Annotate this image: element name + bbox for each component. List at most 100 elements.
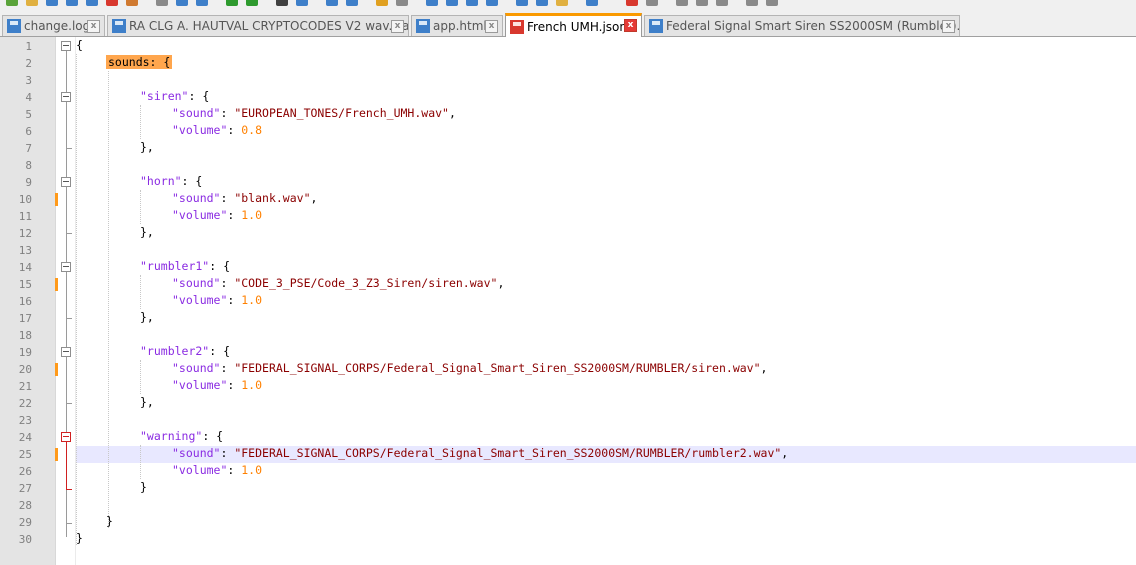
- line-number: 3: [25, 74, 32, 87]
- file-icon: [112, 19, 126, 33]
- json-key: "volume": [172, 293, 228, 307]
- indent-guide-icon[interactable]: [466, 0, 478, 6]
- tab-federal-signal-json[interactable]: Federal Signal Smart Siren SS2000SM (Rum…: [644, 15, 960, 36]
- fold-collapse-icon[interactable]: [61, 262, 71, 272]
- code-line-4: "siren": {: [140, 89, 210, 103]
- json-key: "siren": [140, 89, 189, 103]
- folder-workspace-icon[interactable]: [556, 0, 568, 6]
- line-number: 9: [25, 176, 32, 189]
- code-line-14: "rumbler1": {: [140, 259, 231, 273]
- line-number: 4: [25, 91, 32, 104]
- code-line-10: "sound": "blank.wav",: [172, 191, 318, 205]
- line-number: 23: [18, 414, 32, 427]
- indent-guide: [140, 275, 141, 309]
- fold-collapse-icon[interactable]: [61, 41, 71, 51]
- line-number: 13: [18, 244, 32, 257]
- zoom-out-icon[interactable]: [346, 0, 358, 6]
- indent-guide: [140, 105, 141, 139]
- line-number: 2: [25, 57, 32, 70]
- stop-macro-icon[interactable]: [646, 0, 658, 6]
- close-icon[interactable]: x: [942, 20, 955, 33]
- brace: {: [76, 38, 83, 52]
- code-line-27: }: [140, 480, 147, 494]
- run-macro-multiple-icon[interactable]: [696, 0, 708, 6]
- save-all-icon[interactable]: [66, 0, 78, 6]
- show-all-chars-icon[interactable]: [446, 0, 458, 6]
- line-number: 14: [18, 261, 32, 274]
- spell-check-icon[interactable]: [746, 0, 758, 6]
- tab-change-log[interactable]: change.log x: [2, 15, 105, 36]
- fold-collapse-icon[interactable]: [61, 92, 71, 102]
- file-icon: [7, 19, 21, 33]
- plugin-icon[interactable]: [766, 0, 778, 6]
- line-number: 18: [18, 329, 32, 342]
- monitoring-icon[interactable]: [586, 0, 598, 6]
- fold-end-marker: [66, 233, 72, 234]
- fold-collapse-icon[interactable]: [61, 432, 71, 442]
- selected-text: sounds: {: [106, 55, 173, 69]
- function-list-icon[interactable]: [536, 0, 548, 6]
- play-macro-icon[interactable]: [676, 0, 688, 6]
- tab-ra-clg-wav[interactable]: RA CLG A. HAUTVAL CRYPTOCODES V2 wav.wav…: [107, 15, 409, 36]
- sync-vertical-icon[interactable]: [376, 0, 388, 6]
- close-icon[interactable]: x: [391, 20, 404, 33]
- undo-icon[interactable]: [226, 0, 238, 6]
- line-number: 7: [25, 142, 32, 155]
- code-line-17: },: [140, 310, 154, 324]
- json-string: "FEDERAL_SIGNAL_CORPS/Federal_Signal_Sma…: [234, 446, 782, 460]
- indent-guide: [108, 71, 109, 528]
- code-line-6: "volume": 0.8: [172, 123, 263, 137]
- indent-guide: [140, 445, 141, 479]
- tab-app-html[interactable]: app.html x: [411, 15, 503, 36]
- json-number: 1.0: [241, 378, 263, 392]
- code-line-16: "volume": 1.0: [172, 293, 263, 307]
- code-editor[interactable]: { sounds: { "siren": { "sound": "EUROPEA…: [76, 37, 1136, 565]
- print-icon[interactable]: [126, 0, 138, 6]
- tab-french-umh-json[interactable]: French UMH.json x: [505, 13, 642, 37]
- fold-end-marker: [66, 403, 72, 404]
- save-icon[interactable]: [46, 0, 58, 6]
- doc-map-icon[interactable]: [516, 0, 528, 6]
- copy-icon[interactable]: [176, 0, 188, 6]
- line-number: 6: [25, 125, 32, 138]
- open-file-icon[interactable]: [26, 0, 38, 6]
- cut-icon[interactable]: [156, 0, 168, 6]
- close-icon[interactable]: x: [485, 20, 498, 33]
- new-file-icon[interactable]: [6, 0, 18, 6]
- code-line-19: "rumbler2": {: [140, 344, 231, 358]
- file-icon: [649, 19, 663, 33]
- paste-icon[interactable]: [196, 0, 208, 6]
- close-file-icon[interactable]: [86, 0, 98, 6]
- file-icon: [416, 19, 430, 33]
- code-line-22: },: [140, 395, 154, 409]
- line-number: 30: [18, 533, 32, 546]
- fold-collapse-icon[interactable]: [61, 177, 71, 187]
- fold-end-marker: [66, 148, 72, 149]
- record-macro-icon[interactable]: [626, 0, 638, 6]
- fold-line: [66, 442, 67, 489]
- line-number: 29: [18, 516, 32, 529]
- line-number: 19: [18, 346, 32, 359]
- code-line-24: "warning": {: [140, 429, 224, 443]
- json-key: "horn": [140, 174, 182, 188]
- word-wrap-icon[interactable]: [426, 0, 438, 6]
- code-line-21: "volume": 1.0: [172, 378, 263, 392]
- fold-collapse-icon[interactable]: [61, 347, 71, 357]
- close-icon[interactable]: x: [87, 20, 100, 33]
- fold-margin: [58, 37, 76, 565]
- json-key: "sound": [172, 276, 221, 290]
- redo-icon[interactable]: [246, 0, 258, 6]
- close-all-icon[interactable]: [106, 0, 118, 6]
- sync-horizontal-icon[interactable]: [396, 0, 408, 6]
- code-line-1: {: [76, 37, 83, 54]
- language-icon[interactable]: [486, 0, 498, 6]
- find-icon[interactable]: [276, 0, 288, 6]
- replace-icon[interactable]: [296, 0, 308, 6]
- save-macro-icon[interactable]: [716, 0, 728, 6]
- line-number-gutter[interactable]: 1 2 3 4 5 6 7 8 9 10 11 12 13 14 15 16 1…: [0, 37, 58, 565]
- line-number: 25: [18, 448, 32, 461]
- zoom-in-icon[interactable]: [326, 0, 338, 6]
- code-line-5: "sound": "EUROPEAN_TONES/French_UMH.wav"…: [172, 106, 456, 120]
- close-icon[interactable]: x: [624, 19, 637, 32]
- code-line-11: "volume": 1.0: [172, 208, 263, 222]
